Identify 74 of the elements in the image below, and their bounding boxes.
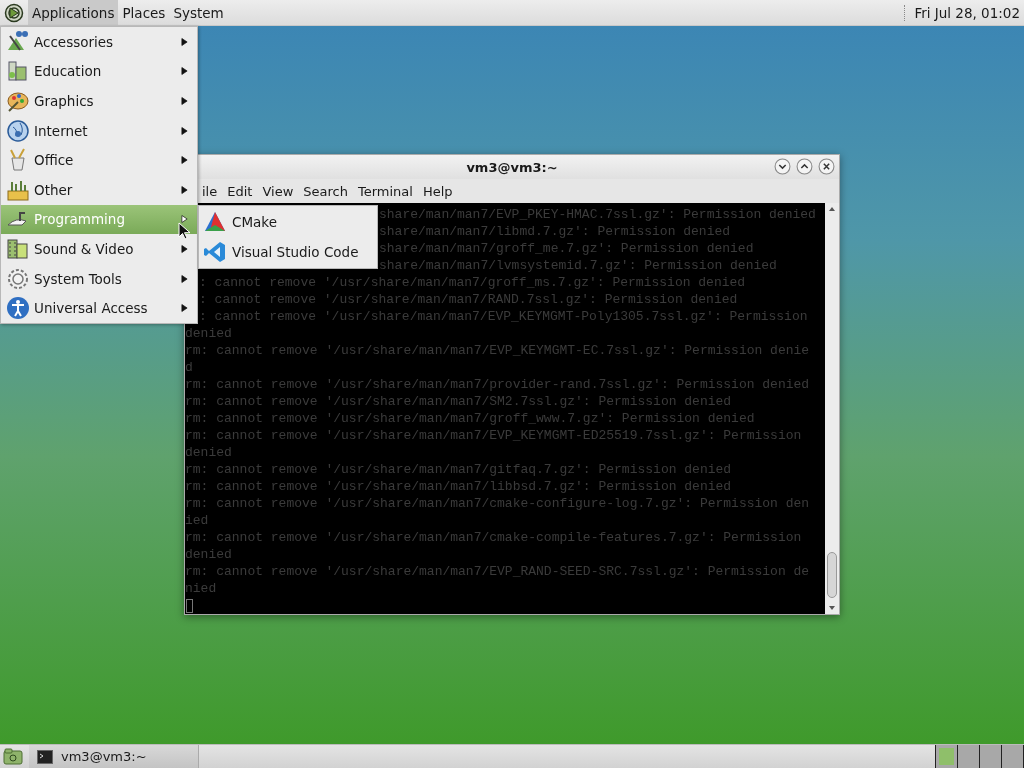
terminal-line: rm: cannot remove '/usr/share/man/man7/EVP_KEYMGMT-ED25519.7ssl.gz': Permission	[185, 427, 802, 444]
submenu-arrow-icon	[181, 36, 188, 47]
close-button[interactable]	[818, 158, 835, 175]
submenu-arrow-icon	[181, 273, 188, 284]
palette-icon	[6, 89, 30, 113]
menu-item[interactable]: View	[257, 183, 299, 199]
submenu-arrow-icon	[181, 214, 188, 225]
books-icon	[6, 59, 30, 84]
menu-item[interactable]: Other	[1, 174, 197, 205]
terminal-line: rm: cannot remove '/usr/share/man/man7/provider-rand.7ssl.gz': Permission denied	[185, 376, 810, 393]
globe-icon	[6, 118, 30, 143]
submenu-arrow-icon	[181, 303, 188, 314]
terminal-line: nied	[185, 580, 217, 597]
panel-menu[interactable]: Places	[118, 0, 170, 25]
submenu-arrow-icon	[181, 243, 188, 254]
terminal-line: rm: cannot remove '/usr/share/man/man7/cmake-configure-log.7.gz': Permission den	[185, 495, 810, 512]
terminal-line: : cannot remove '/usr/share/man/man7/groff_ms.7.gz': Permission denied	[199, 274, 746, 291]
menu-item[interactable]: System Tools	[1, 263, 197, 294]
terminal-line: share/man/man7/EVP_PKEY-HMAC.7ssl.gz': Permission denied	[379, 206, 816, 223]
terminal-icon	[37, 749, 53, 764]
menu-item[interactable]: Sound & Video	[1, 234, 197, 264]
terminal-line: share/man/man7/groff_me.7.gz': Permission denied	[379, 240, 754, 257]
terminal-line: ied	[185, 512, 209, 529]
terminal-line: rm: cannot remove '/usr/share/man/man7/cmake-compile-features.7.gz': Permission	[185, 529, 802, 546]
terminal-line: : cannot remove '/usr/share/man/man7/EVP_KEYMGMT-Poly1305.7ssl.gz': Permission	[199, 308, 808, 325]
gear-icon	[6, 266, 30, 291]
submenu-arrow-icon	[181, 184, 188, 195]
menu-item[interactable]: Universal Access	[1, 293, 197, 323]
menu-item[interactable]: Visual Studio Code	[199, 237, 377, 267]
menu-item[interactable]: Search	[298, 183, 353, 199]
terminal-line: denied	[185, 546, 232, 563]
show-desktop-icon[interactable]	[3, 747, 23, 766]
terminal-line: rm: cannot remove '/usr/share/man/man7/gitfaq.7.gz': Permission denied	[185, 461, 732, 478]
panel-menu[interactable]: Applications	[28, 0, 119, 25]
mouse-cursor-icon	[178, 222, 190, 240]
maximize-button[interactable]	[796, 158, 813, 175]
terminal-line: share/man/man7/libmd.7.gz': Permission denied	[379, 223, 731, 240]
submenu-arrow-icon	[181, 125, 188, 136]
terminal-line: : cannot remove '/usr/share/man/man7/RAND.7ssl.gz': Permission denied	[199, 291, 738, 308]
window-title: vm3@vm3:~	[466, 159, 558, 175]
scrollbar-thumb[interactable]	[827, 552, 837, 598]
menu-item[interactable]: Graphics	[1, 86, 197, 116]
submenu-arrow-icon	[181, 66, 188, 77]
triangle-logo-icon	[203, 210, 227, 234]
menu-item[interactable]: Edit	[222, 183, 258, 199]
text-cursor	[186, 598, 193, 613]
panel-menu[interactable]: System	[169, 0, 228, 25]
menu-item[interactable]: Terminal	[352, 183, 418, 199]
minimize-button[interactable]	[774, 158, 791, 175]
film-icon	[6, 236, 30, 261]
menu-item[interactable]: Office	[1, 145, 197, 175]
submenu-arrow-icon	[181, 155, 188, 166]
menu-item[interactable]: CMake	[199, 207, 377, 237]
terminal-line: d	[185, 359, 193, 376]
taskbar-button[interactable]: vm3@vm3:~	[29, 745, 199, 768]
terminal-line: rm: cannot remove '/usr/share/man/man7/libbsd.7.gz': Permission denied	[185, 478, 732, 495]
submenu-arrow-icon	[181, 96, 188, 106]
menu-item[interactable]: Internet	[1, 115, 197, 146]
menu-item[interactable]: Help	[417, 183, 458, 199]
distro-logo-icon	[4, 2, 24, 23]
menu-item[interactable]: ile	[197, 183, 223, 199]
accessibility-icon	[6, 296, 30, 321]
terminal-line: denied	[185, 444, 232, 461]
terminal-line: rm: cannot remove '/usr/share/man/man7/EVP_RAND-SEED-SRC.7ssl.gz': Permission de	[185, 563, 810, 580]
terminal-line: denied	[185, 325, 232, 342]
terminal-line: rm: cannot remove '/usr/share/man/man7/EVP_KEYMGMT-EC.7ssl.gz': Permission denie	[185, 342, 810, 359]
menu-item[interactable]: Education	[1, 56, 197, 87]
terminal-line: rm: cannot remove '/usr/share/man/man7/groff_www.7.gz': Permission denied	[185, 410, 755, 427]
terminal-line: rm: cannot remove '/usr/share/man/man7/SM2.7ssl.gz': Permission denied	[185, 393, 732, 410]
menu-item[interactable]: Accessories	[1, 27, 197, 57]
terminal-line: share/man/man7/lvmsystemid.7.gz': Permission denied	[379, 257, 777, 274]
code-editor-logo-icon	[203, 240, 227, 264]
scrollbar[interactable]	[825, 203, 839, 614]
clock[interactable]: Fri Jul 28, 01:02	[914, 4, 1020, 21]
